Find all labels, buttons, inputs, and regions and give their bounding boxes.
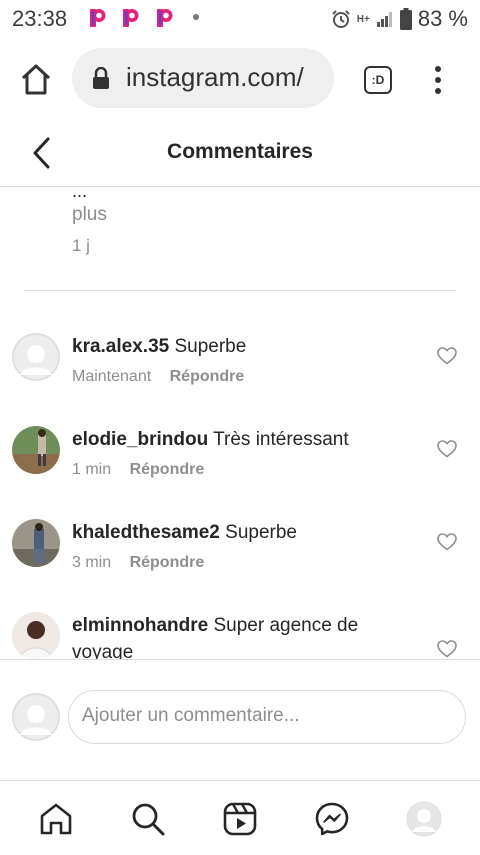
tab-switcher-button[interactable]: :D [364,66,392,94]
network-type: H+ [356,13,370,25]
comment-body: Très intéressant [213,429,349,450]
caption-time: 1 j [72,236,90,255]
comment-meta: 3 min Répondre [72,554,204,572]
comment-body: Superbe [225,522,297,543]
comment-username[interactable]: khaledthesame2 [72,522,220,543]
p-app-icon [123,9,139,27]
avatar[interactable] [12,519,60,567]
comment-username[interactable]: elminnohandre [72,615,208,636]
messenger-icon[interactable] [314,801,350,837]
comment-time: 3 min [72,554,112,571]
comment-input-placeholder: Ajouter un commentaire... [82,705,300,726]
comments-header: Commentaires [0,120,480,187]
reply-button[interactable]: Répondre [130,554,205,571]
status-time: 23:38 [12,6,68,31]
p-app-icon [157,9,173,27]
comment-username[interactable]: kra.alex.35 [72,336,169,357]
comment-item: elminnohandre Super agence de voyage [0,612,480,659]
comment-input[interactable]: Ajouter un commentaire... [68,690,466,744]
reply-button[interactable]: Répondre [130,461,205,478]
heart-icon[interactable] [437,640,457,658]
profile-avatar[interactable] [406,801,442,837]
heart-icon[interactable] [437,440,457,458]
heart-icon[interactable] [437,533,457,551]
comment-item: elodie_brindou Très intéressant 1 min Ré… [0,426,480,519]
bottom-nav [0,780,480,855]
add-comment-bar: Ajouter un commentaire... [0,659,480,780]
avatar[interactable] [12,333,60,381]
battery-icon [399,8,412,30]
avatar[interactable] [12,426,60,474]
comment-body: Superbe [174,336,247,357]
heart-icon[interactable] [437,347,457,365]
comment-time: Maintenant [72,368,152,385]
comment-time: 1 min [72,461,112,478]
avatar [12,693,60,741]
comment-text: elminnohandre Super agence de voyage [72,612,402,659]
alarm-icon [332,10,350,28]
comments-list[interactable]: ... plus 1 j kra.alex.35 Superbe Mainten… [0,187,480,659]
comment-username[interactable]: elodie_brindou [72,429,208,450]
address-bar[interactable]: instagram.com/ [72,48,334,108]
notification-dot [193,14,199,20]
status-bar: 23:38 H+ 83 % [0,0,480,36]
page-title: Commentaires [167,140,313,163]
battery-level: 83 % [417,6,468,31]
comment-meta: Maintenant Répondre [72,368,244,386]
reply-button[interactable]: Répondre [170,368,245,385]
p-app-icon [90,9,106,27]
comment-item: khaledthesame2 Superbe 3 min Répondre [0,519,480,612]
url-text: instagram.com/ [126,62,304,92]
browser-menu-button[interactable] [430,66,446,96]
avatar[interactable] [12,612,60,659]
signal-icon [376,12,392,27]
divider [24,290,456,291]
caption-ellipsis: ... [72,187,88,201]
home-icon[interactable] [38,801,74,837]
reels-icon[interactable] [222,801,258,837]
comment-text: kra.alex.35 Superbe [72,333,402,360]
comment-text: khaledthesame2 Superbe [72,519,402,546]
comment-text: elodie_brindou Très intéressant [72,426,402,453]
lock-icon [93,67,109,89]
status-indicators: H+ 83 % [331,6,468,32]
browser-home-button[interactable] [18,62,54,98]
comment-item: kra.alex.35 Superbe Maintenant Répondre [0,333,480,426]
search-icon[interactable] [130,801,166,837]
comment-meta: 1 min Répondre [72,461,204,479]
caption-more-link[interactable]: plus [72,204,107,226]
browser-toolbar: instagram.com/ :D [0,36,480,120]
